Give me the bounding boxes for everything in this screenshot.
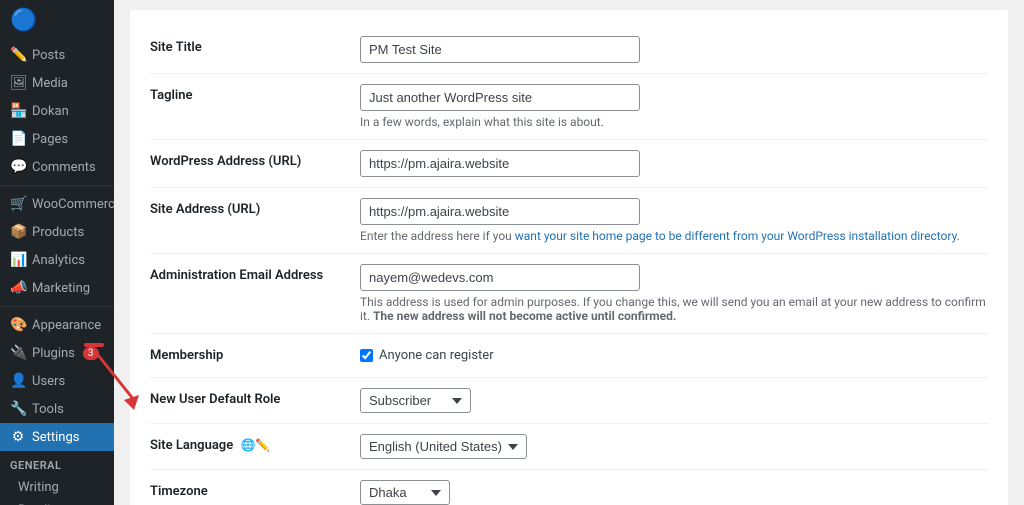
posts-icon: ✏️	[10, 47, 26, 63]
admin-email-row: Administration Email Address This addres…	[150, 254, 988, 334]
settings-table: Site Title Tagline In a few words, expla…	[150, 26, 988, 505]
sidebar-item-users[interactable]: 👤 Users	[0, 367, 114, 395]
site-title-label: Site Title	[150, 26, 360, 74]
sidebar: 🔵 ✏️ Posts 🖼 Media 🏪 Dokan 📄 Pages 💬 Com…	[0, 0, 114, 505]
site-language-icons: 🌐✏️	[240, 438, 270, 452]
media-icon: 🖼	[10, 75, 26, 91]
woocommerce-icon: 🛒	[10, 196, 26, 212]
new-user-role-label: New User Default Role	[150, 378, 360, 424]
membership-checkbox-label[interactable]: Anyone can register	[379, 348, 494, 363]
settings-icon: ⚙	[10, 429, 26, 445]
site-language-label: Site Language 🌐✏️	[150, 424, 360, 470]
sidebar-item-marketing[interactable]: 📣 Marketing	[0, 274, 114, 302]
tagline-row: Tagline In a few words, explain what thi…	[150, 74, 988, 140]
admin-email-description: This address is used for admin purposes.…	[360, 295, 988, 323]
sidebar-item-plugins[interactable]: 🔌 Plugins 3	[0, 339, 114, 367]
timezone-label: Timezone	[150, 470, 360, 505]
membership-label: Membership	[150, 334, 360, 378]
sidebar-item-pages[interactable]: 📄 Pages	[0, 125, 114, 153]
tagline-description: In a few words, explain what this site i…	[360, 115, 988, 129]
products-icon: 📦	[10, 224, 26, 240]
site-title-input[interactable]	[360, 36, 640, 63]
sidebar-item-settings[interactable]: ⚙ Settings	[0, 423, 114, 451]
membership-row: Membership Anyone can register	[150, 334, 988, 378]
sidebar-item-dokan[interactable]: 🏪 Dokan	[0, 97, 114, 125]
appearance-icon: 🎨	[10, 317, 26, 333]
sidebar-item-posts[interactable]: ✏️ Posts	[0, 41, 114, 69]
sidebar-item-analytics[interactable]: 📊 Analytics	[0, 246, 114, 274]
site-address-row: Site Address (URL) Enter the address her…	[150, 188, 988, 254]
membership-checkbox[interactable]	[360, 349, 373, 362]
settings-form-area: Site Title Tagline In a few words, expla…	[130, 10, 1008, 505]
dokan-icon: 🏪	[10, 103, 26, 119]
general-section-label: General	[0, 451, 114, 476]
site-address-label: Site Address (URL)	[150, 188, 360, 254]
analytics-icon: 📊	[10, 252, 26, 268]
new-user-role-row: New User Default Role Subscriber Contrib…	[150, 378, 988, 424]
wp-address-row: WordPress Address (URL)	[150, 140, 988, 188]
main-content: Site Title Tagline In a few words, expla…	[114, 0, 1024, 505]
admin-email-label: Administration Email Address	[150, 254, 360, 334]
sidebar-sub-item-reading[interactable]: Reading	[0, 499, 114, 505]
sidebar-item-tools[interactable]: 🔧 Tools	[0, 395, 114, 423]
sidebar-item-appearance[interactable]: 🎨 Appearance	[0, 311, 114, 339]
timezone-row: Timezone Dhaka UTC New York London Tokyo…	[150, 470, 988, 505]
sidebar-item-comments[interactable]: 💬 Comments	[0, 153, 114, 181]
site-address-link[interactable]: want your site home page to be different…	[515, 229, 957, 243]
membership-checkbox-row: Anyone can register	[360, 348, 988, 363]
site-title-row: Site Title	[150, 26, 988, 74]
sidebar-item-media[interactable]: 🖼 Media	[0, 69, 114, 97]
tools-icon: 🔧	[10, 401, 26, 417]
site-language-select[interactable]: English (United States) English (UK) Fre…	[360, 434, 527, 459]
wp-address-label: WordPress Address (URL)	[150, 140, 360, 188]
plugins-icon: 🔌	[10, 345, 26, 361]
pages-icon: 📄	[10, 131, 26, 147]
timezone-select[interactable]: Dhaka UTC New York London Tokyo	[360, 480, 450, 505]
comments-icon: 💬	[10, 159, 26, 175]
sidebar-item-products[interactable]: 📦 Products	[0, 218, 114, 246]
site-address-input[interactable]	[360, 198, 640, 225]
new-user-role-select[interactable]: Subscriber Contributor Author Editor Adm…	[360, 388, 471, 413]
admin-email-input[interactable]	[360, 264, 640, 291]
sidebar-item-woocommerce[interactable]: 🛒 WooCommerce	[0, 190, 114, 218]
plugins-badge: 3	[83, 347, 99, 360]
tagline-label: Tagline	[150, 74, 360, 140]
users-icon: 👤	[10, 373, 26, 389]
site-address-description: Enter the address here if you want your …	[360, 229, 988, 243]
marketing-icon: 📣	[10, 280, 26, 296]
tagline-input[interactable]	[360, 84, 640, 111]
wp-address-input[interactable]	[360, 150, 640, 177]
site-language-row: Site Language 🌐✏️ English (United States…	[150, 424, 988, 470]
wp-logo: 🔵	[0, 0, 114, 41]
sidebar-sub-item-writing[interactable]: Writing	[0, 476, 114, 499]
